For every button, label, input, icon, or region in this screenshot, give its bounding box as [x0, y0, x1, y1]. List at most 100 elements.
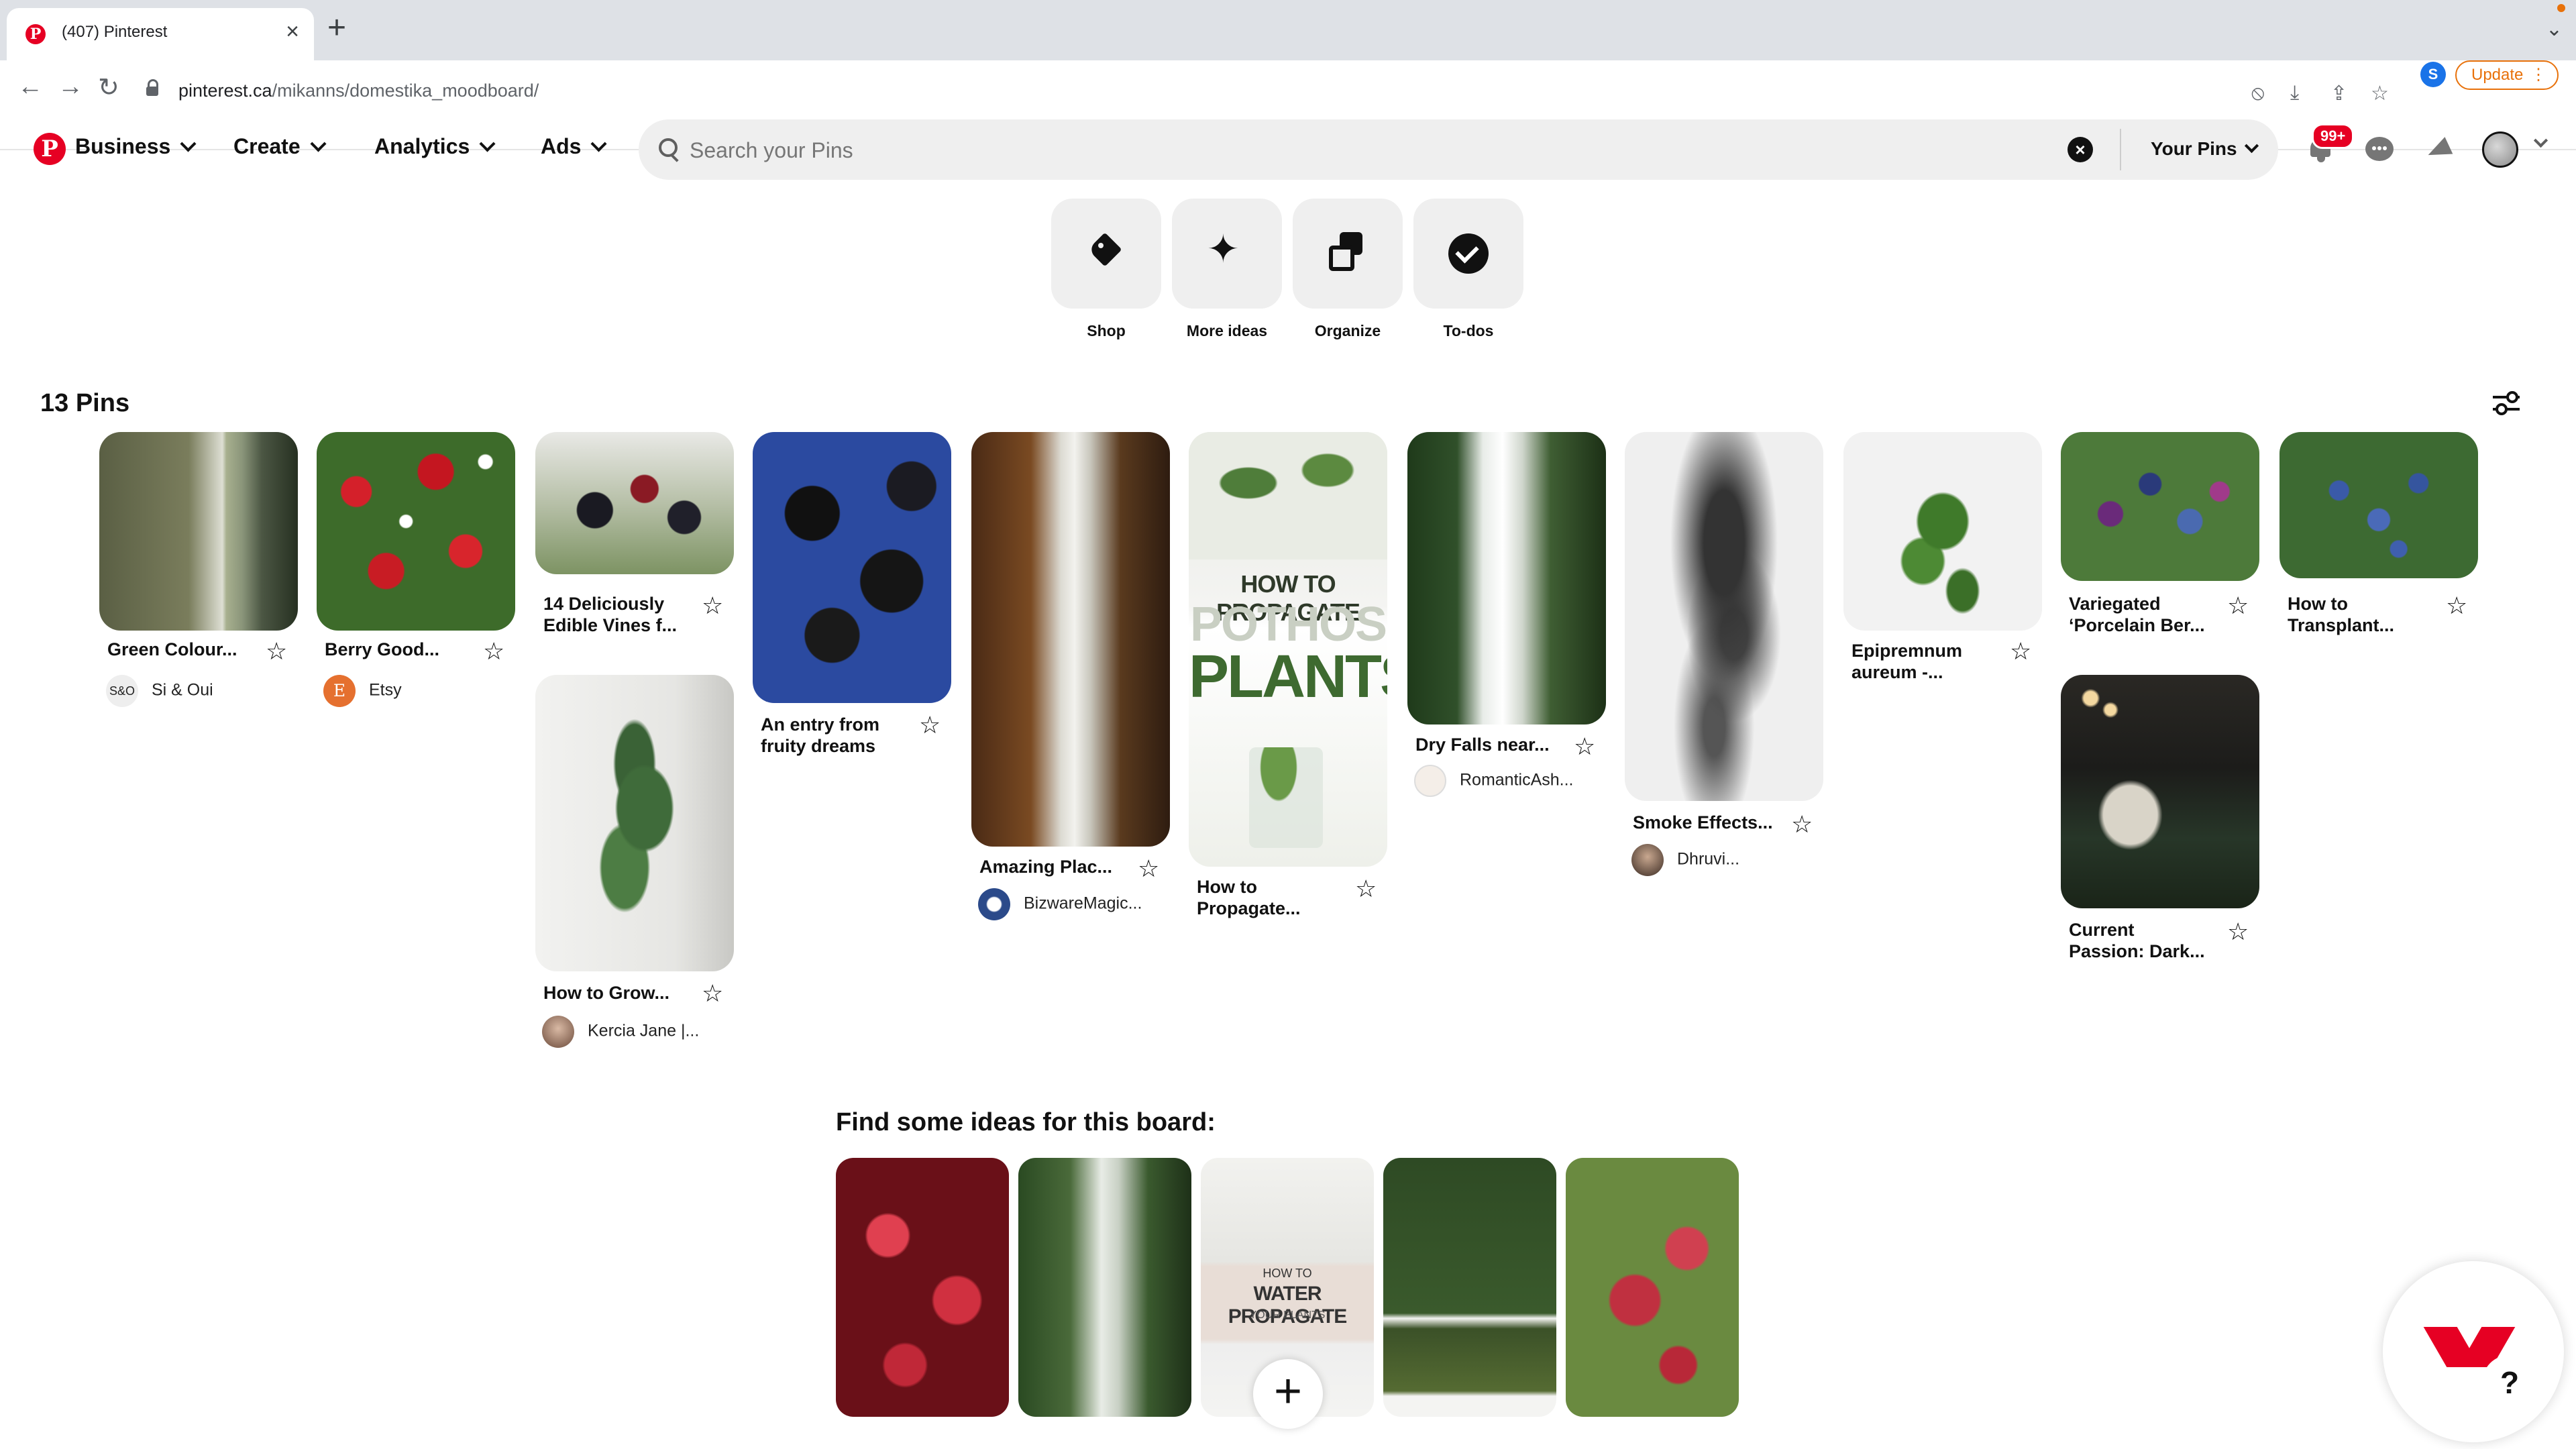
pin-title[interactable]: Current Passion: Dark...: [2069, 919, 2216, 962]
pin-card[interactable]: How to Transplant... ☆: [2279, 432, 2478, 635]
install-icon[interactable]: ⤓: [2290, 82, 2299, 105]
forward-icon[interactable]: →: [58, 72, 83, 101]
pin-image[interactable]: [2279, 432, 2478, 578]
pin-title[interactable]: 14 Deliciously Edible Vines f...: [543, 593, 691, 636]
pin-card[interactable]: Current Passion: Dark... ☆: [2061, 675, 2259, 961]
pinterest-logo-icon[interactable]: P: [34, 133, 66, 165]
check-circle-icon: [1448, 233, 1489, 274]
star-icon[interactable]: ☆: [1791, 812, 1814, 837]
pin-card[interactable]: Amazing Plac... ☆ BizwareMagic...: [971, 432, 1170, 920]
tool-shop[interactable]: Shop: [1051, 199, 1161, 340]
pin-title[interactable]: Amazing Plac...: [979, 856, 1127, 877]
pin-card[interactable]: Berry Good... ☆ E Etsy: [317, 432, 515, 707]
idea-card[interactable]: [1018, 1158, 1191, 1417]
star-icon[interactable]: ☆: [2227, 920, 2250, 944]
reload-icon[interactable]: ↻: [98, 72, 119, 103]
pin-card[interactable]: Variegated ‘Porcelain Ber... ☆: [2061, 432, 2259, 635]
tool-to-dos[interactable]: To-dos: [1413, 199, 1523, 340]
filter-sliders-icon[interactable]: [2493, 390, 2520, 417]
star-icon[interactable]: ☆: [266, 639, 288, 663]
pin-image[interactable]: [317, 432, 515, 631]
star-icon[interactable]: ☆: [2227, 594, 2250, 618]
star-icon[interactable]: ☆: [483, 639, 506, 663]
tab-search-chevron-icon[interactable]: ⌄: [2546, 17, 2563, 41]
pin-image[interactable]: [99, 432, 298, 631]
pin-card[interactable]: HOW TO PROPAGATE POTHOS PLANTS How toPro…: [1189, 432, 1387, 918]
pin-title[interactable]: Smoke Effects...: [1633, 812, 1780, 833]
blocked-icon[interactable]: ⦸: [2251, 82, 2265, 105]
user-avatar[interactable]: [2482, 131, 2518, 168]
pin-creator[interactable]: E Etsy: [323, 675, 402, 707]
share-icon[interactable]: ⇪: [2330, 82, 2347, 105]
star-icon[interactable]: ☆: [2446, 594, 2469, 618]
pin-card[interactable]: Dry Falls near... ☆ RomanticAsh...: [1407, 432, 1606, 797]
pin-image[interactable]: [1625, 432, 1823, 801]
pin-image[interactable]: [1843, 432, 2042, 631]
back-icon[interactable]: ←: [17, 72, 43, 101]
pin-image[interactable]: [1407, 432, 1606, 724]
pin-card[interactable]: How to Grow... ☆ Kercia Jane |...: [535, 675, 734, 1048]
pin-card[interactable]: 14 Deliciously Edible Vines f... ☆: [535, 432, 734, 635]
pin-card[interactable]: Green Colour... ☆ S&O Si & Oui: [99, 432, 298, 707]
star-icon[interactable]: ☆: [2010, 639, 2033, 663]
star-icon[interactable]: ☆: [1138, 857, 1161, 881]
account-chevron-down-icon[interactable]: [2533, 133, 2548, 153]
star-icon[interactable]: ☆: [1355, 877, 1378, 901]
tab-search-indicator: [2557, 4, 2565, 12]
idea-card[interactable]: [1383, 1158, 1556, 1417]
creator-avatar: [542, 1016, 574, 1048]
nav-analytics[interactable]: Analytics: [374, 134, 496, 159]
pin-title[interactable]: Green Colour...: [107, 639, 255, 660]
pin-card[interactable]: An entry from fruity dreams ☆: [753, 432, 951, 756]
pin-title[interactable]: Epipremnum aureum -...: [1851, 640, 1999, 683]
pin-image[interactable]: [2061, 432, 2259, 581]
pin-creator[interactable]: RomanticAsh...: [1414, 765, 1574, 797]
pin-image[interactable]: [535, 432, 734, 574]
pin-image[interactable]: [2061, 675, 2259, 908]
tool-organize[interactable]: Organize: [1293, 199, 1403, 340]
pin-image[interactable]: [753, 432, 951, 703]
pin-card[interactable]: Epipremnum aureum -... ☆: [1843, 432, 2042, 682]
idea-card[interactable]: [1566, 1158, 1739, 1417]
tab-close-icon[interactable]: ×: [286, 19, 299, 45]
search-input[interactable]: [688, 131, 2033, 169]
help-icon[interactable]: ?: [2482, 1355, 2537, 1410]
url-field[interactable]: pinterest.ca/mikanns/domestika_moodboard…: [134, 71, 2227, 109]
your-pins-dropdown[interactable]: Your Pins: [2151, 138, 2259, 160]
pin-title[interactable]: How to Propagate...: [1197, 876, 1344, 919]
pin-image[interactable]: [971, 432, 1170, 847]
pin-creator[interactable]: S&O Si & Oui: [106, 675, 213, 707]
pin-title[interactable]: Variegated ‘Porcelain Ber...: [2069, 593, 2216, 636]
new-tab-icon[interactable]: +: [327, 9, 346, 46]
updates-megaphone-icon[interactable]: [2424, 134, 2455, 165]
pin-image[interactable]: [535, 675, 734, 971]
tab-title: (407) Pinterest: [62, 23, 168, 41]
floating-logo-icon[interactable]: [2383, 1261, 2564, 1442]
add-pin-plus-icon[interactable]: +: [1253, 1359, 1323, 1429]
star-icon[interactable]: ☆: [919, 713, 942, 737]
pin-creator[interactable]: Kercia Jane |...: [542, 1016, 699, 1048]
clear-search-icon[interactable]: ×: [2068, 137, 2093, 162]
pin-image[interactable]: HOW TO PROPAGATE POTHOS PLANTS: [1189, 432, 1387, 867]
pin-title[interactable]: An entry from fruity dreams: [761, 714, 908, 757]
pin-creator[interactable]: Dhruvi...: [1631, 844, 1739, 876]
nav-business[interactable]: Business: [75, 134, 197, 159]
star-icon[interactable]: ☆: [702, 594, 724, 618]
browser-tab[interactable]: P (407) Pinterest ×: [7, 8, 314, 60]
update-button[interactable]: Update ⋮: [2455, 60, 2559, 90]
browser-profile-avatar[interactable]: S: [2420, 62, 2446, 87]
idea-card[interactable]: [836, 1158, 1009, 1417]
pin-title[interactable]: How to Transplant...: [2288, 593, 2435, 636]
nav-create[interactable]: Create: [233, 134, 327, 159]
star-icon[interactable]: ☆: [702, 981, 724, 1006]
pin-creator[interactable]: BizwareMagic...: [978, 888, 1142, 920]
pin-title[interactable]: Berry Good...: [325, 639, 472, 660]
messages-icon[interactable]: [2364, 134, 2395, 165]
nav-ads[interactable]: Ads: [541, 134, 607, 159]
pin-title[interactable]: Dry Falls near...: [1415, 734, 1563, 755]
pin-title[interactable]: How to Grow...: [543, 982, 691, 1004]
star-icon[interactable]: ☆: [1574, 735, 1597, 759]
pin-card[interactable]: Smoke Effects... ☆ Dhruvi...: [1625, 432, 1823, 876]
tool-more-ideas[interactable]: ✦ More ideas: [1172, 199, 1282, 340]
bookmark-star-icon[interactable]: ☆: [2371, 82, 2389, 105]
